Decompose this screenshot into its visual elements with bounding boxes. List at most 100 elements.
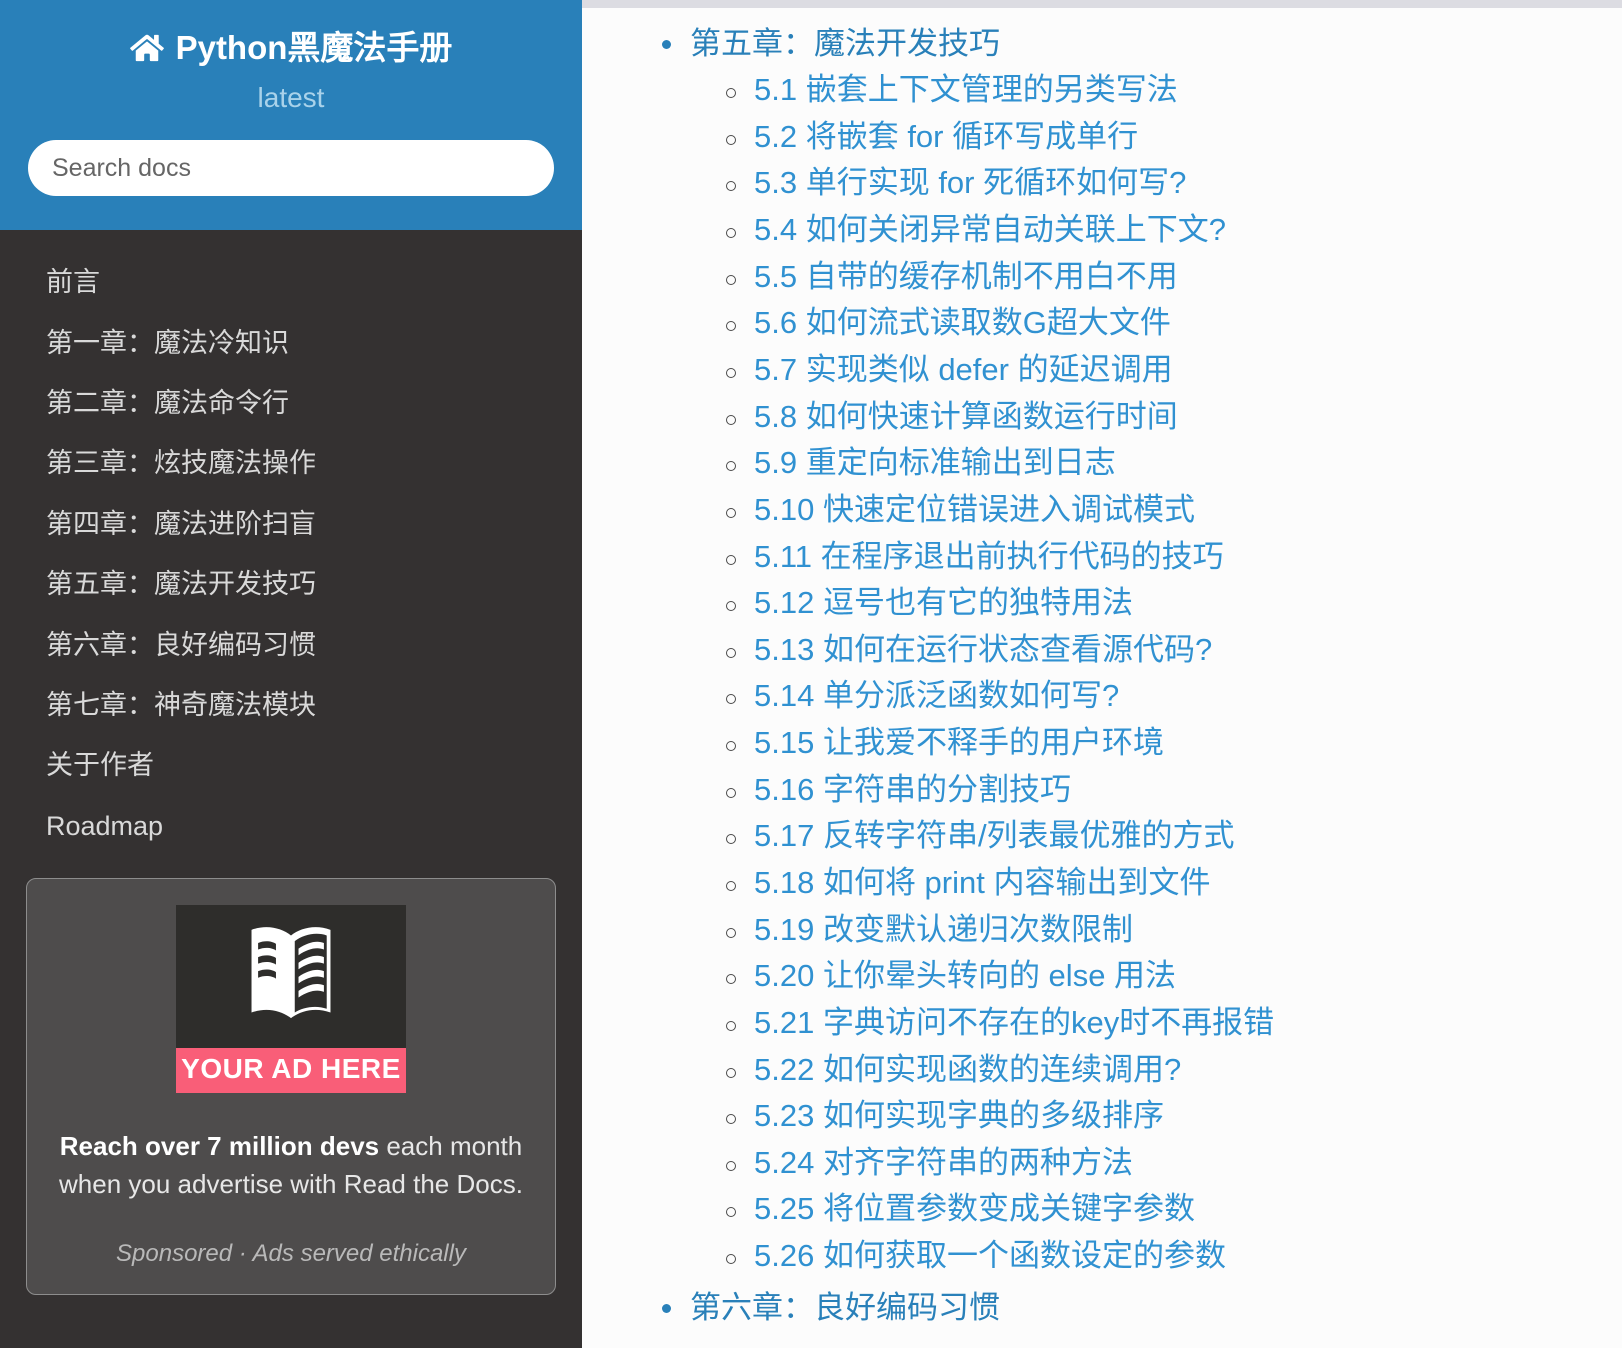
toc-section-link[interactable]: 5.24 对齐字符串的两种方法: [754, 1140, 1133, 1187]
toc-section-link[interactable]: 5.7 实现类似 defer 的延迟调用: [754, 347, 1173, 394]
toc-section: 5.7 实现类似 defer 的延迟调用: [726, 347, 1622, 394]
toc-section-link[interactable]: 5.2 将嵌套 for 循环写成单行: [754, 114, 1138, 161]
disc-bullet-icon: [662, 1303, 671, 1313]
circle-bullet-icon: [726, 647, 736, 658]
sidebar-item-chapter-7[interactable]: 第七章：神奇魔法模块: [0, 675, 582, 735]
toc-section-link[interactable]: 5.26 如何获取一个函数设定的参数: [754, 1233, 1226, 1280]
toc-section: 5.8 如何快速计算函数运行时间: [726, 394, 1622, 441]
toc-section-link[interactable]: 5.1 嵌套上下文管理的另类写法: [754, 67, 1178, 114]
toc-chapter: 第五章：魔法开发技巧 5.1 嵌套上下文管理的另类写法 5.2 将嵌套 for …: [662, 20, 1622, 1280]
toc-section: 5.26 如何获取一个函数设定的参数: [726, 1233, 1622, 1280]
toc-section-link[interactable]: 5.9 重定向标准输出到日志: [754, 440, 1116, 487]
toc-section-link[interactable]: 5.15 让我爱不释手的用户环境: [754, 720, 1164, 767]
toc-section-link[interactable]: 5.14 单分派泛函数如何写?: [754, 673, 1119, 720]
toc-section-link[interactable]: 5.5 自带的缓存机制不用白不用: [754, 254, 1178, 301]
top-strip: [582, 0, 1622, 8]
circle-bullet-icon: [726, 367, 736, 378]
toc-section-link[interactable]: 5.25 将位置参数变成关键字参数: [754, 1186, 1195, 1233]
toc-section: 5.3 单行实现 for 死循环如何写?: [726, 160, 1622, 207]
brand-title: Python黑魔法手册: [175, 29, 453, 66]
ad-body-bold: Reach over 7 million devs: [59, 1131, 380, 1161]
toc-section-link[interactable]: 5.8 如何快速计算函数运行时间: [754, 394, 1178, 441]
toc-section-link[interactable]: 5.11 在程序退出前执行代码的技巧: [754, 534, 1224, 581]
circle-bullet-icon: [726, 834, 736, 845]
toc-section: 5.2 将嵌套 for 循环写成单行: [726, 114, 1622, 161]
circle-bullet-icon: [726, 461, 736, 472]
sidebar-item-chapter-2[interactable]: 第二章：魔法命令行: [0, 373, 582, 433]
sidebar-header: Python黑魔法手册 latest: [0, 0, 582, 231]
circle-bullet-icon: [726, 554, 736, 565]
circle-bullet-icon: [726, 1207, 736, 1218]
toc-section: 5.21 字典访问不存在的key时不再报错: [726, 1000, 1622, 1047]
circle-bullet-icon: [726, 1254, 736, 1265]
sidebar-nav: 前言 第一章：魔法冷知识 第二章：魔法命令行 第三章：炫技魔法操作 第四章：魔法…: [0, 230, 582, 856]
version-label: latest: [257, 82, 325, 114]
circle-bullet-icon: [726, 741, 736, 752]
toc-section-link[interactable]: 5.17 反转字符串/列表最优雅的方式: [754, 813, 1235, 860]
toc-section-link[interactable]: 5.22 如何实现函数的连续调用?: [754, 1047, 1181, 1094]
circle-bullet-icon: [726, 1160, 736, 1171]
toc-section-link[interactable]: 5.12 逗号也有它的独特用法: [754, 580, 1133, 627]
toc-section: 5.10 快速定位错误进入调试模式: [726, 487, 1622, 534]
circle-bullet-icon: [726, 181, 736, 192]
toc-chapter: 第六章：良好编码习惯: [662, 1284, 1622, 1331]
sidebar-item-chapter-6[interactable]: 第六章：良好编码习惯: [0, 615, 582, 675]
circle-bullet-icon: [726, 881, 736, 891]
toc-section-link[interactable]: 5.10 快速定位错误进入调试模式: [754, 487, 1195, 534]
sidebar-ad-wrapper: YOUR AD HERE Reach over 7 million devs e…: [0, 856, 582, 1295]
brand-home-link[interactable]: Python黑魔法手册: [28, 29, 554, 66]
sidebar-item-about-author[interactable]: 关于作者: [0, 735, 582, 795]
toc-section-link[interactable]: 5.20 让你晕头转向的 else 用法: [754, 953, 1176, 1000]
circle-bullet-icon: [726, 1114, 736, 1125]
sidebar-item-chapter-3[interactable]: 第三章：炫技魔法操作: [0, 433, 582, 493]
toc-section: 5.5 自带的缓存机制不用白不用: [726, 254, 1622, 301]
toc-section-link[interactable]: 5.18 如何将 print 内容输出到文件: [754, 860, 1210, 907]
circle-bullet-icon: [726, 274, 736, 285]
toc-section: 5.13 如何在运行状态查看源代码?: [726, 627, 1622, 674]
toc-chapter-link[interactable]: 第五章：魔法开发技巧: [690, 20, 1000, 67]
book-logo-icon: [244, 922, 338, 1031]
toc-section-link[interactable]: 5.16 字符串的分割技巧: [754, 767, 1071, 814]
circle-bullet-icon: [726, 228, 736, 239]
sidebar: Python黑魔法手册 latest 前言 第一章：魔法冷知识 第二章：魔法命令…: [0, 0, 582, 1348]
sidebar-item-preface[interactable]: 前言: [0, 252, 582, 312]
toc-section: 5.12 逗号也有它的独特用法: [726, 580, 1622, 627]
toc-section: 5.11 在程序退出前执行代码的技巧: [726, 534, 1622, 581]
toc-chapter-link[interactable]: 第六章：良好编码习惯: [690, 1284, 1000, 1331]
circle-bullet-icon: [726, 694, 736, 705]
home-icon: [129, 33, 164, 63]
toc-section-link[interactable]: 5.19 改变默认递归次数限制: [754, 907, 1133, 954]
toc-section: 5.4 如何关闭异常自动关联上下文?: [726, 207, 1622, 254]
toc-section: 5.9 重定向标准输出到日志: [726, 440, 1622, 487]
search-input[interactable]: [28, 140, 554, 197]
toc-section-link[interactable]: 5.6 如何流式读取数G超大文件: [754, 300, 1171, 347]
toc-section-link[interactable]: 5.4 如何关闭异常自动关联上下文?: [754, 207, 1226, 254]
toc-section-link[interactable]: 5.21 字典访问不存在的key时不再报错: [754, 1000, 1274, 1047]
main-content: 第五章：魔法开发技巧 5.1 嵌套上下文管理的另类写法 5.2 将嵌套 for …: [582, 8, 1622, 1348]
toc-section-link[interactable]: 5.3 单行实现 for 死循环如何写?: [754, 160, 1186, 207]
circle-bullet-icon: [726, 601, 736, 612]
toc-section: 5.6 如何流式读取数G超大文件: [726, 300, 1622, 347]
circle-bullet-icon: [726, 88, 736, 99]
ad-image[interactable]: YOUR AD HERE: [176, 905, 406, 1093]
toc-section: 5.23 如何实现字典的多级排序: [726, 1093, 1622, 1140]
circle-bullet-icon: [726, 507, 736, 518]
disc-bullet-icon: [662, 40, 671, 49]
toc-section-link[interactable]: 5.13 如何在运行状态查看源代码?: [754, 627, 1212, 674]
circle-bullet-icon: [726, 1020, 736, 1031]
circle-bullet-icon: [726, 414, 736, 425]
sidebar-item-roadmap[interactable]: Roadmap: [0, 796, 582, 856]
sponsored-ad-card[interactable]: YOUR AD HERE Reach over 7 million devs e…: [26, 878, 556, 1295]
sidebar-item-chapter-5[interactable]: 第五章：魔法开发技巧: [0, 554, 582, 614]
toc-list: 第五章：魔法开发技巧 5.1 嵌套上下文管理的另类写法 5.2 将嵌套 for …: [582, 20, 1622, 1331]
toc-section: 5.16 字符串的分割技巧: [726, 767, 1622, 814]
toc-section-list: 5.1 嵌套上下文管理的另类写法 5.2 将嵌套 for 循环写成单行 5.3 …: [690, 67, 1622, 1280]
toc-section: 5.19 改变默认递归次数限制: [726, 907, 1622, 954]
toc-section: 5.20 让你晕头转向的 else 用法: [726, 953, 1622, 1000]
sidebar-item-chapter-4[interactable]: 第四章：魔法进阶扫盲: [0, 494, 582, 554]
ad-banner-text: YOUR AD HERE: [176, 1048, 406, 1093]
toc-section-link[interactable]: 5.23 如何实现字典的多级排序: [754, 1093, 1164, 1140]
toc-section: 5.18 如何将 print 内容输出到文件: [726, 860, 1622, 907]
sidebar-item-chapter-1[interactable]: 第一章：魔法冷知识: [0, 313, 582, 373]
documentation-page: Python黑魔法手册 latest 前言 第一章：魔法冷知识 第二章：魔法命令…: [0, 0, 1622, 1348]
